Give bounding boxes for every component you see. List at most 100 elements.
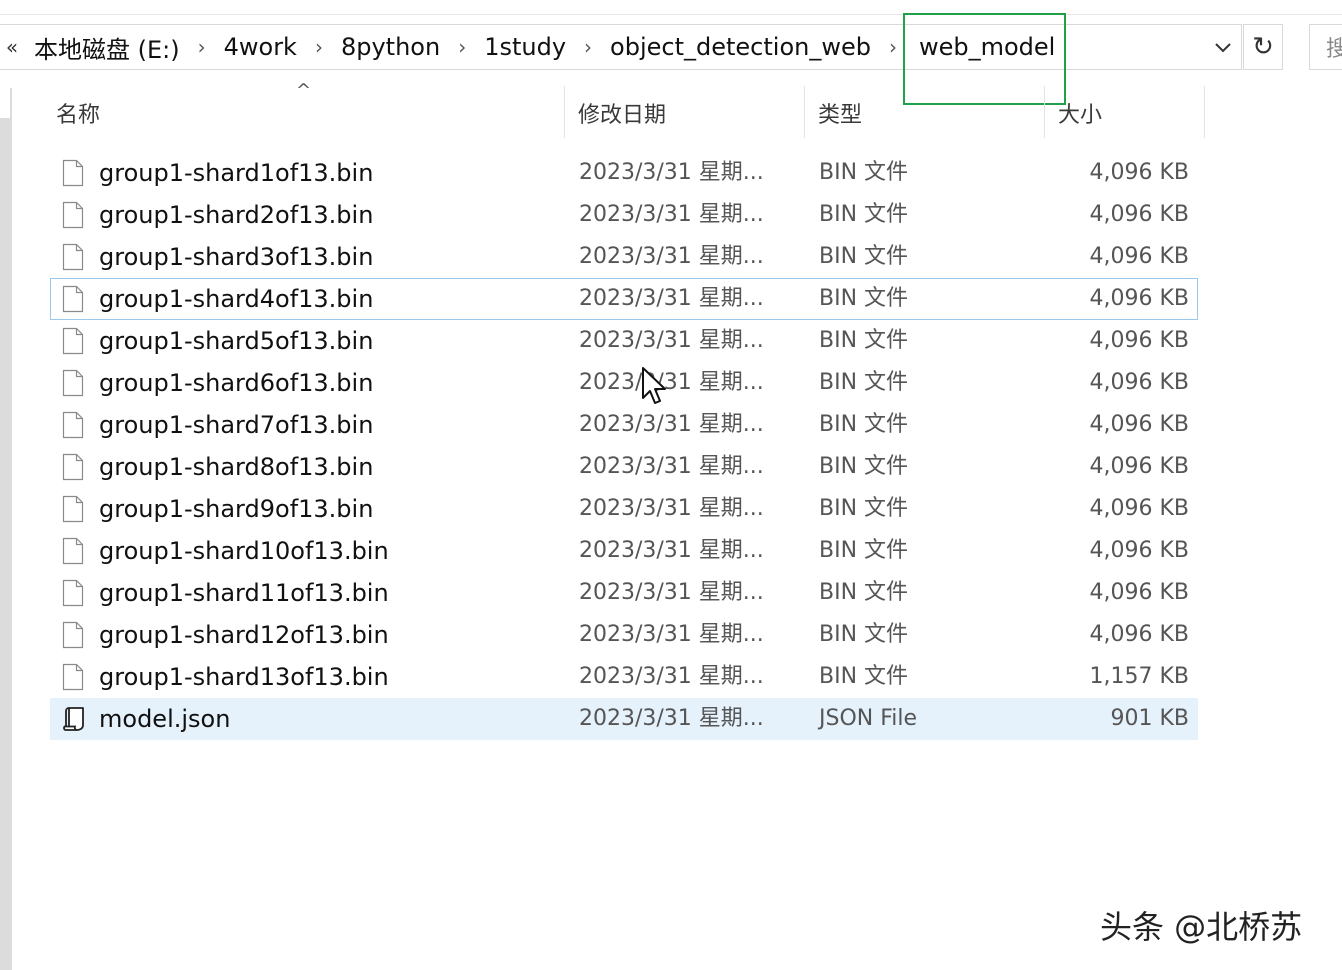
- file-name: group1-shard3of13.bin: [99, 243, 374, 271]
- file-icon: [62, 537, 84, 565]
- breadcrumb: « 本地磁盘 (E:) › 4work › 8python › 1study › object_…: [0, 24, 1059, 70]
- file-date-modified: 2023/3/31 星期...: [579, 622, 764, 647]
- column-divider[interactable]: [1044, 86, 1045, 138]
- file-row[interactable]: group1-shard9of13.bin 2023/3/31 星期... BIN …: [50, 488, 1198, 530]
- breadcrumb-separator-icon[interactable]: ›: [570, 35, 606, 59]
- file-size: 4,096 KB: [1089, 244, 1190, 269]
- file-date-modified: 2023/3/31 星期...: [579, 370, 764, 395]
- file-size: 4,096 KB: [1089, 622, 1190, 647]
- column-header-size-label: 大小: [1058, 103, 1103, 128]
- file-size: 4,096 KB: [1089, 286, 1190, 311]
- file-type: BIN 文件: [819, 454, 909, 479]
- file-size: 901 KB: [1110, 706, 1189, 731]
- file-type: BIN 文件: [819, 538, 909, 563]
- column-header-size[interactable]: 大小: [1058, 88, 1102, 138]
- column-header-type-label: 类型: [818, 103, 863, 128]
- file-size: 4,096 KB: [1089, 160, 1190, 185]
- file-icon: [62, 579, 84, 607]
- file-row[interactable]: group1-shard5of13.bin 2023/3/31 星期... BIN …: [50, 320, 1198, 362]
- file-date-modified: 2023/3/31 星期...: [579, 244, 764, 269]
- scrollbar-top: [0, 88, 10, 118]
- file-date-modified: 2023/3/31 星期...: [579, 202, 764, 227]
- file-type: BIN 文件: [819, 370, 909, 395]
- file-icon: [62, 495, 84, 523]
- file-row[interactable]: group1-shard2of13.bin 2023/3/31 星期... BIN …: [50, 194, 1198, 236]
- file-row[interactable]: group1-shard7of13.bin 2023/3/31 星期... BIN …: [50, 404, 1198, 446]
- file-type: BIN 文件: [819, 202, 909, 227]
- breadcrumb-item[interactable]: 1study: [480, 33, 570, 61]
- chevron-down-icon: [1215, 43, 1231, 53]
- file-type: BIN 文件: [819, 412, 909, 437]
- column-header-date[interactable]: 修改日期: [578, 88, 666, 138]
- column-header-date-label: 修改日期: [578, 103, 667, 128]
- column-header-name-label: 名称: [56, 103, 101, 128]
- file-name: group1-shard1of13.bin: [99, 159, 374, 187]
- file-size: 1,157 KB: [1089, 664, 1190, 689]
- breadcrumb-item[interactable]: 8python: [337, 33, 444, 61]
- address-history-dropdown[interactable]: [1204, 28, 1242, 68]
- file-icon: [62, 453, 84, 481]
- breadcrumb-item[interactable]: 4work: [220, 33, 301, 61]
- navigation-pane-scrollbar[interactable]: [0, 88, 12, 970]
- file-row[interactable]: group1-shard4of13.bin 2023/3/31 星期... BIN …: [50, 278, 1198, 320]
- file-size: 4,096 KB: [1089, 538, 1190, 563]
- column-header-type[interactable]: 类型: [818, 88, 862, 138]
- column-header-name[interactable]: 名称: [56, 88, 100, 138]
- file-type: BIN 文件: [819, 622, 909, 647]
- json-script-icon: [62, 705, 84, 733]
- file-type: JSON File: [819, 706, 918, 731]
- file-row[interactable]: group1-shard12of13.bin 2023/3/31 星期... BIN…: [50, 614, 1198, 656]
- file-icon: [62, 159, 84, 187]
- file-size: 4,096 KB: [1089, 370, 1190, 395]
- file-name: group1-shard11of13.bin: [99, 579, 389, 607]
- file-date-modified: 2023/3/31 星期...: [579, 160, 764, 185]
- breadcrumb-separator-icon[interactable]: ›: [301, 35, 337, 59]
- file-row[interactable]: group1-shard11of13.bin 2023/3/31 星期... BIN…: [50, 572, 1198, 614]
- breadcrumb-separator-icon[interactable]: ›: [184, 35, 220, 59]
- file-row[interactable]: group1-shard10of13.bin 2023/3/31 星期... BIN…: [50, 530, 1198, 572]
- file-type: BIN 文件: [819, 244, 909, 269]
- file-size: 4,096 KB: [1089, 580, 1190, 605]
- breadcrumb-item[interactable]: object_detection_web: [606, 33, 875, 61]
- mouse-cursor-icon: [642, 367, 666, 404]
- file-size: 4,096 KB: [1089, 202, 1190, 227]
- column-divider[interactable]: [804, 86, 805, 138]
- top-divider: [0, 14, 1342, 15]
- file-size: 4,096 KB: [1089, 454, 1190, 479]
- file-explorer-window: « 本地磁盘 (E:) › 4work › 8python › 1study › object_…: [0, 0, 1342, 970]
- watermark: 头条 @北桥苏: [1100, 908, 1303, 946]
- file-row[interactable]: group1-shard13of13.bin 2023/3/31 星期... BIN…: [50, 656, 1198, 698]
- file-row[interactable]: group1-shard3of13.bin 2023/3/31 星期... BIN …: [50, 236, 1198, 278]
- current-folder-highlight: [903, 13, 1066, 105]
- file-size: 4,096 KB: [1089, 496, 1190, 521]
- column-divider[interactable]: [564, 86, 565, 138]
- file-name: group1-shard12of13.bin: [99, 621, 389, 649]
- refresh-icon: ↻: [1252, 32, 1274, 62]
- file-row[interactable]: group1-shard8of13.bin 2023/3/31 星期... BIN …: [50, 446, 1198, 488]
- file-icon: [62, 621, 84, 649]
- search-placeholder: 搜: [1326, 31, 1342, 63]
- file-size: 4,096 KB: [1089, 412, 1190, 437]
- file-row[interactable]: model.json 2023/3/31 星期... JSON File 901 KB: [50, 698, 1198, 740]
- file-name: group1-shard8of13.bin: [99, 453, 374, 481]
- refresh-button[interactable]: ↻: [1243, 24, 1283, 70]
- file-name: group1-shard10of13.bin: [99, 537, 389, 565]
- breadcrumb-overflow-button[interactable]: «: [0, 35, 26, 59]
- breadcrumb-separator-icon[interactable]: ›: [444, 35, 480, 59]
- column-divider[interactable]: [1204, 86, 1205, 138]
- file-name: model.json: [99, 705, 231, 733]
- file-type: BIN 文件: [819, 496, 909, 521]
- breadcrumb-item[interactable]: 本地磁盘 (E:): [30, 30, 184, 65]
- file-type: BIN 文件: [819, 664, 909, 689]
- file-name: group1-shard2of13.bin: [99, 201, 374, 229]
- file-row[interactable]: group1-shard6of13.bin 2023/3/31 星期... BIN …: [50, 362, 1198, 404]
- file-date-modified: 2023/3/31 星期...: [579, 328, 764, 353]
- file-size: 4,096 KB: [1089, 328, 1190, 353]
- file-row[interactable]: group1-shard1of13.bin 2023/3/31 星期... BIN …: [50, 152, 1198, 194]
- file-name: group1-shard7of13.bin: [99, 411, 374, 439]
- file-icon: [62, 201, 84, 229]
- file-date-modified: 2023/3/31 星期...: [579, 664, 764, 689]
- file-list: group1-shard1of13.bin 2023/3/31 星期... BIN …: [50, 152, 1198, 740]
- file-date-modified: 2023/3/31 星期...: [579, 538, 764, 563]
- search-input[interactable]: 搜: [1309, 24, 1342, 70]
